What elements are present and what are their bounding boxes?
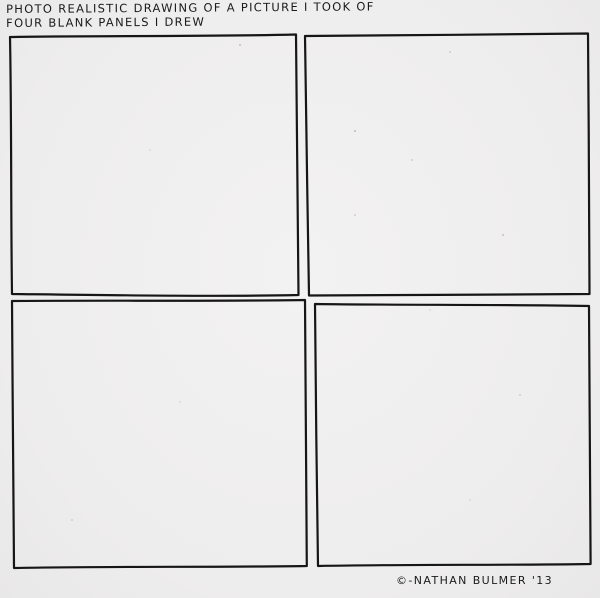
comic-panels: [8, 32, 592, 570]
panel-bottom-left: [10, 298, 308, 570]
artist-signature: ©-NATHAN BULMER '13: [396, 574, 554, 587]
panel-bottom-right: [313, 302, 592, 568]
panel-top-right: [303, 32, 591, 297]
panel-top-left: [8, 33, 300, 297]
paper-background: PHOTO REALISTIC DRAWING OF A PICTURE I T…: [0, 0, 600, 598]
